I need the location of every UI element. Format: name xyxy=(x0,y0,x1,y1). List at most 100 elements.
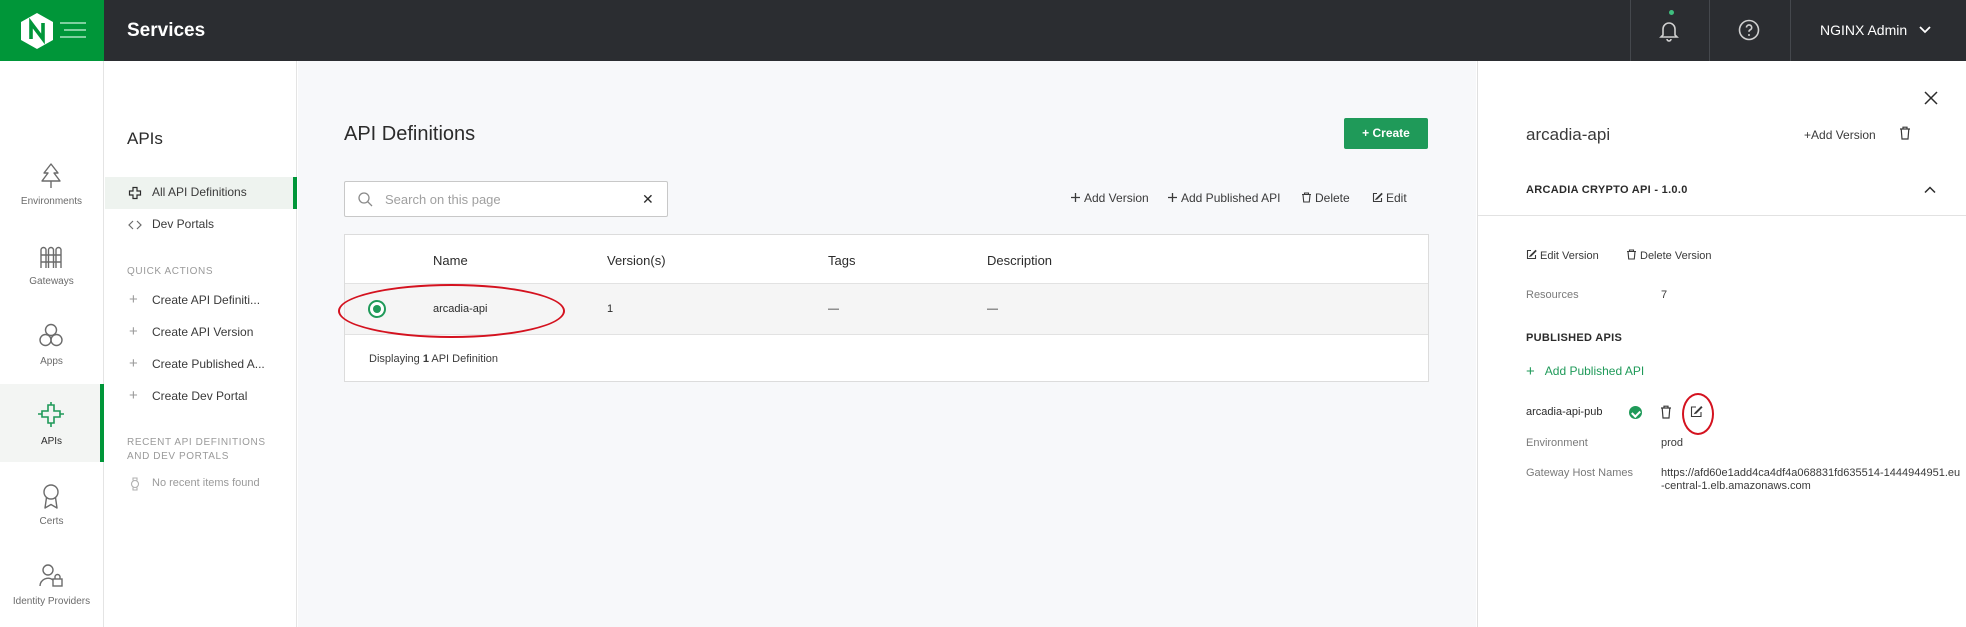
clear-search-icon[interactable]: ✕ xyxy=(642,191,654,208)
plus-icon: + xyxy=(129,355,138,372)
delete-version-button[interactable]: Delete Version xyxy=(1626,249,1712,262)
resources-label: Resources xyxy=(1526,289,1579,301)
plus-icon: + xyxy=(1362,126,1370,140)
cell-versions: 1 xyxy=(607,303,614,315)
close-icon[interactable] xyxy=(1924,91,1938,105)
table-footer: Displaying 1 API Definition xyxy=(369,353,498,365)
divider xyxy=(1630,0,1631,61)
add-published-api-link[interactable]: + Add Published API xyxy=(1526,363,1644,380)
api-icon xyxy=(38,402,64,427)
chevron-down-icon[interactable] xyxy=(1918,23,1932,37)
published-apis-heading: PUBLISHED APIS xyxy=(1526,332,1623,344)
panel-title: arcadia-api xyxy=(1526,125,1611,144)
trash-icon[interactable] xyxy=(1899,126,1911,140)
add-published-api-label: Add Published API xyxy=(1181,191,1281,205)
panel-add-version-button[interactable]: +Add Version xyxy=(1804,128,1876,142)
resources-value: 7 xyxy=(1661,289,1668,301)
search-box: ✕ xyxy=(344,181,668,217)
gateway-host-names-label: Gateway Host Names xyxy=(1526,467,1633,479)
quick-action-label: Create API Version xyxy=(152,325,254,339)
left-icon-rail: Environments Gateways Apps APIs Certs Id… xyxy=(0,61,104,627)
cell-description: — xyxy=(987,303,998,315)
divider xyxy=(1790,0,1791,61)
column-header-name[interactable]: Name xyxy=(433,253,468,268)
api-icon xyxy=(128,186,142,200)
rail-item-certs[interactable]: Certs xyxy=(0,472,103,550)
cell-tags: — xyxy=(828,303,839,315)
rail-item-gateways[interactable]: Gateways xyxy=(0,232,103,310)
annotation-circle xyxy=(1682,393,1714,435)
edit-button[interactable]: Edit xyxy=(1372,191,1407,205)
recent-heading-line: RECENT API DEFINITIONS xyxy=(127,437,266,448)
quick-actions-heading: QUICK ACTIONS xyxy=(127,266,214,277)
plus-icon: + xyxy=(129,387,138,404)
recent-heading-line: AND DEV PORTALS xyxy=(127,451,229,462)
add-version-button[interactable]: Add Version xyxy=(1070,191,1149,205)
divider xyxy=(1709,0,1710,61)
subnav-item-label: Dev Portals xyxy=(152,217,215,231)
column-header-tags[interactable]: Tags xyxy=(828,253,855,268)
rail-item-identity-providers[interactable]: Identity Providers xyxy=(0,552,103,627)
main-content: API Definitions + Create ✕ Add Version A… xyxy=(298,61,1476,627)
search-input[interactable] xyxy=(385,189,630,209)
plus-icon: + xyxy=(129,291,138,308)
rail-label: Certs xyxy=(39,516,64,527)
detail-panel: arcadia-api +Add Version ARCADIA CRYPTO … xyxy=(1477,61,1966,627)
delete-button[interactable]: Delete xyxy=(1301,191,1350,205)
rail-label: Identity Providers xyxy=(12,596,91,607)
code-icon xyxy=(128,220,142,230)
plus-icon: + xyxy=(129,323,138,340)
trash-icon[interactable] xyxy=(1660,405,1672,419)
panel-add-version-label: Add Version xyxy=(1811,128,1876,142)
create-button-label: Create xyxy=(1372,126,1410,140)
subnav-title: APIs xyxy=(127,129,163,148)
bell-icon[interactable] xyxy=(1657,18,1681,42)
chevron-up-icon[interactable] xyxy=(1924,184,1936,196)
quick-action-create-api-definition[interactable]: + Create API Definiti... xyxy=(105,286,296,314)
gateway-host-names-value: https://afd60e1add4ca4df4a068831fd635514… xyxy=(1661,467,1961,492)
rail-label: Environments xyxy=(20,196,83,207)
quick-action-label: Create Published A... xyxy=(152,357,265,371)
apps-icon xyxy=(39,323,63,347)
column-header-description[interactable]: Description xyxy=(987,253,1052,268)
secondary-nav: APIs All API Definitions Dev Portals QUI… xyxy=(105,61,297,627)
edit-version-button[interactable]: Edit Version xyxy=(1526,249,1599,262)
footer-suffix: API Definition xyxy=(428,353,499,365)
subnav-item-label: All API Definitions xyxy=(152,185,247,199)
nginx-logo-icon xyxy=(21,13,53,49)
quick-action-create-published-api[interactable]: + Create Published A... xyxy=(105,350,296,378)
quick-action-create-api-version[interactable]: + Create API Version xyxy=(105,318,296,346)
user-menu[interactable]: NGINX Admin xyxy=(1820,22,1907,38)
status-shield-icon xyxy=(1629,406,1642,419)
delete-label: Delete xyxy=(1315,191,1350,205)
environment-label: Environment xyxy=(1526,437,1588,449)
rail-label: Apps xyxy=(40,356,63,367)
annotation-ellipse xyxy=(338,284,565,338)
certificate-icon xyxy=(43,484,59,509)
create-button[interactable]: + Create xyxy=(1344,118,1428,149)
top-bar: Services NGINX Admin xyxy=(0,0,1966,61)
menu-icon[interactable] xyxy=(60,20,86,40)
identity-icon xyxy=(39,564,63,587)
plus-icon xyxy=(1071,193,1080,202)
nginx-logo-area[interactable] xyxy=(0,0,104,61)
quick-action-create-dev-portal[interactable]: + Create Dev Portal xyxy=(105,382,296,410)
page-title: API Definitions xyxy=(344,123,476,145)
subnav-item-dev-portals[interactable]: Dev Portals xyxy=(105,209,296,241)
add-published-api-button[interactable]: Add Published API xyxy=(1167,191,1280,205)
notification-indicator xyxy=(1669,10,1674,15)
plus-icon: + xyxy=(1804,128,1812,142)
column-header-versions[interactable]: Version(s) xyxy=(607,253,666,268)
help-icon[interactable] xyxy=(1737,18,1761,42)
footer-prefix: Displaying xyxy=(369,353,423,365)
subnav-item-all-api-definitions[interactable]: All API Definitions xyxy=(105,177,297,209)
rail-item-apis[interactable]: APIs xyxy=(0,384,104,462)
rail-item-environments[interactable]: Environments xyxy=(0,152,103,230)
rail-item-apps[interactable]: Apps xyxy=(0,312,103,390)
add-version-label: Add Version xyxy=(1084,191,1149,205)
rail-label: Gateways xyxy=(29,276,74,287)
version-section-header[interactable]: ARCADIA CRYPTO API - 1.0.0 xyxy=(1478,162,1966,216)
plus-icon: + xyxy=(1526,363,1535,380)
search-icon xyxy=(358,192,373,207)
trash-icon xyxy=(1302,192,1311,203)
